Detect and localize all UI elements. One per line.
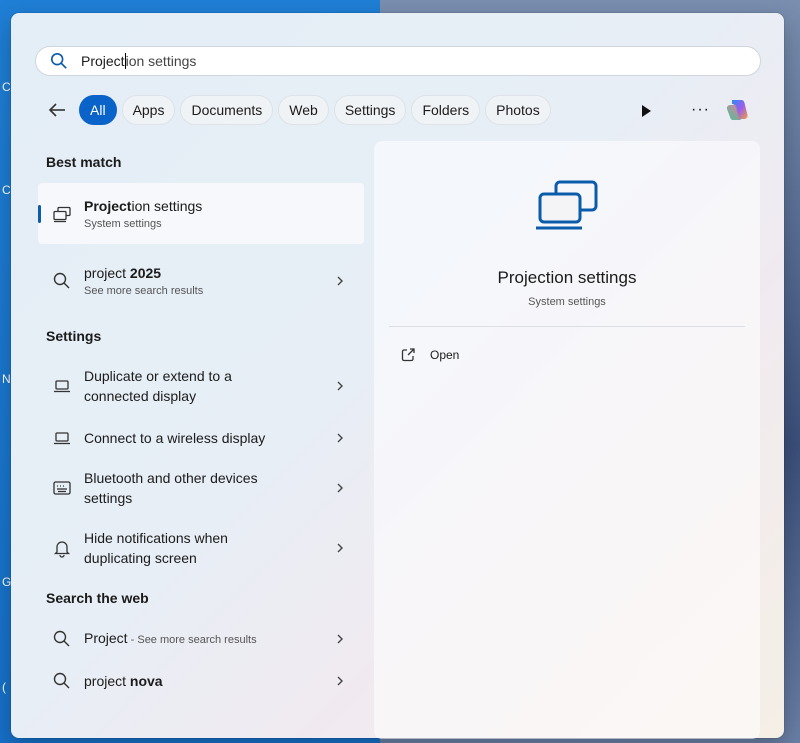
list-item-web-project[interactable]: Project - See more search results bbox=[38, 623, 364, 655]
search-icon bbox=[50, 52, 67, 69]
open-button[interactable]: Open bbox=[400, 347, 459, 363]
item-title-line1: Duplicate or extend to a bbox=[84, 368, 232, 384]
desktop-icon-label: ( bbox=[2, 680, 6, 694]
item-title-line2: connected display bbox=[84, 388, 197, 404]
projection-icon bbox=[53, 206, 71, 222]
tab-apps[interactable]: Apps bbox=[121, 95, 176, 125]
search-icon bbox=[53, 630, 70, 647]
best-match-subtitle: System settings bbox=[84, 217, 162, 230]
search-icon bbox=[53, 672, 70, 689]
item-subtitle: See more search results bbox=[84, 285, 204, 297]
search-text: Projection settings bbox=[81, 53, 197, 69]
chevron-right-icon bbox=[337, 381, 343, 391]
list-item-web-project-nova[interactable]: project nova bbox=[38, 665, 364, 697]
open-external-icon bbox=[401, 348, 415, 362]
best-match-heading: Best match bbox=[46, 154, 122, 170]
list-item-wireless-display[interactable]: Connect to a wireless display bbox=[38, 423, 364, 453]
desktop-icon-label: G bbox=[2, 575, 12, 589]
chevron-right-icon bbox=[337, 676, 343, 686]
settings-heading: Settings bbox=[46, 328, 102, 344]
chevron-right-icon bbox=[337, 634, 343, 644]
best-match-title-bold: Project bbox=[84, 197, 132, 214]
desktop-icon-label: N bbox=[2, 372, 11, 386]
selection-indicator bbox=[38, 205, 41, 223]
play-icon[interactable] bbox=[638, 103, 654, 119]
item-title-line2: duplicating screen bbox=[84, 550, 197, 566]
item-title-line2: settings bbox=[84, 490, 133, 506]
list-item-hide-notifications[interactable]: Hide notifications when duplicating scre… bbox=[38, 523, 364, 573]
search-input[interactable]: Projection settings bbox=[35, 46, 761, 76]
back-button[interactable] bbox=[45, 98, 69, 122]
tab-documents[interactable]: Documents bbox=[180, 95, 274, 125]
item-title: Connect to a wireless display bbox=[84, 430, 266, 446]
best-match-item[interactable]: Projection settings System settings bbox=[38, 183, 364, 244]
divider bbox=[389, 326, 745, 327]
item-title: project bbox=[84, 265, 130, 281]
chevron-right-icon bbox=[337, 433, 343, 443]
preview-title: Projection settings bbox=[497, 268, 637, 287]
open-label: Open bbox=[430, 348, 460, 362]
chevron-right-icon bbox=[337, 483, 343, 493]
copilot-icon[interactable] bbox=[724, 97, 754, 127]
item-title-line1: Bluetooth and other devices bbox=[84, 470, 258, 486]
chevron-right-icon bbox=[337, 543, 343, 553]
more-options-button[interactable]: ··· bbox=[691, 101, 710, 119]
devices-icon bbox=[53, 481, 71, 495]
item-title-bold: nova bbox=[129, 673, 163, 689]
best-match-title-rest: ion settings bbox=[131, 197, 203, 214]
desktop-icon-label: C bbox=[2, 183, 11, 197]
tab-web[interactable]: Web bbox=[278, 95, 329, 125]
tab-all[interactable]: All bbox=[79, 95, 117, 125]
preview-subtitle: System settings bbox=[528, 296, 606, 308]
tab-folders[interactable]: Folders bbox=[411, 95, 481, 125]
item-suffix: - See more search results bbox=[127, 634, 257, 646]
item-title-bold: 2025 bbox=[129, 265, 162, 281]
tab-photos[interactable]: Photos bbox=[485, 95, 551, 125]
search-icon bbox=[53, 272, 70, 289]
tab-settings[interactable]: Settings bbox=[333, 95, 407, 125]
chevron-right-icon bbox=[337, 276, 343, 286]
desktop-icon-label: C bbox=[2, 80, 11, 94]
filter-bar: All Apps Documents Web Settings Folders … bbox=[45, 95, 556, 125]
bell-icon bbox=[53, 541, 71, 558]
laptop-icon bbox=[54, 380, 70, 393]
arrow-left-icon bbox=[48, 103, 65, 117]
list-item-project-search[interactable]: project 2025 See more search results bbox=[38, 253, 364, 309]
projection-icon bbox=[536, 180, 598, 230]
start-search-panel: Projection settings All Apps Documents W… bbox=[11, 13, 784, 739]
laptop-icon bbox=[54, 432, 70, 445]
item-title: project bbox=[84, 673, 130, 689]
list-item-duplicate-extend[interactable]: Duplicate or extend to a connected displ… bbox=[38, 361, 364, 411]
item-title: Project bbox=[84, 630, 128, 646]
item-title-line1: Hide notifications when bbox=[84, 530, 228, 546]
search-web-heading: Search the web bbox=[46, 590, 149, 606]
list-item-bluetooth-devices[interactable]: Bluetooth and other devices settings bbox=[38, 463, 364, 513]
preview-pane: Projection settings System settings Open bbox=[374, 141, 760, 739]
